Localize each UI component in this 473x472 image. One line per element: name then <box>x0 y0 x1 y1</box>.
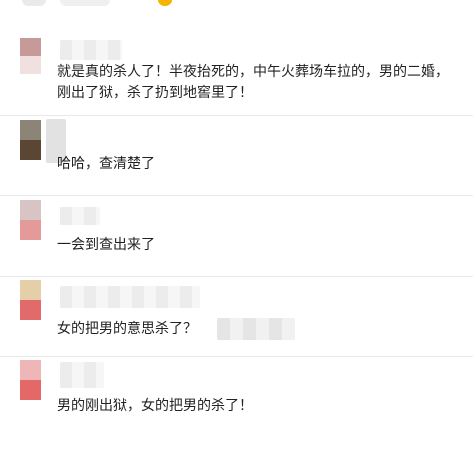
avatar[interactable] <box>20 280 41 320</box>
avatar-top-block <box>20 280 41 300</box>
comment-text: 男的刚出狱，女的把男的杀了！ <box>57 396 253 417</box>
avatar-bottom-block <box>20 56 41 74</box>
blurred-fragment <box>60 0 110 6</box>
comment-line: 刚出了狱，杀了扔到地窖里了！ <box>57 85 253 101</box>
avatar-bottom-block <box>20 380 41 400</box>
comment-text: 一会到查出来了 <box>57 235 155 256</box>
comment-item: 就是真的杀人了！半夜抬死的，中午火葬场车拉的，男的二婚， 刚出了狱，杀了扔到地窖… <box>0 16 473 116</box>
emoji-icon <box>158 0 172 6</box>
blurred-fragment <box>22 0 46 6</box>
comment-item: 男的刚出狱，女的把男的杀了！ <box>0 356 473 436</box>
comment-line: 男的刚出狱，女的把男的杀了！ <box>57 398 253 414</box>
previous-comment-edge <box>0 0 473 14</box>
comment-item: 哈哈，查清楚了 <box>0 115 473 196</box>
avatar[interactable] <box>20 200 41 240</box>
comment-line: 哈哈，查清楚了 <box>57 156 155 172</box>
comment-line: 一会到查出来了 <box>57 237 155 253</box>
comment-text: 女的把男的意思杀了？ <box>57 318 295 340</box>
avatar-top-block <box>20 120 41 140</box>
username-redacted[interactable] <box>60 40 122 60</box>
comment-text: 哈哈，查清楚了 <box>57 154 155 175</box>
avatar-top-block <box>20 360 41 380</box>
username-redacted[interactable] <box>60 207 100 225</box>
comment-line: 女的把男的意思杀了？ <box>57 321 197 337</box>
username-redacted[interactable] <box>60 286 200 308</box>
comment-item: 女的把男的意思杀了？ <box>0 276 473 357</box>
comment-text: 就是真的杀人了！半夜抬死的，中午火葬场车拉的，男的二婚， 刚出了狱，杀了扔到地窖… <box>57 62 449 104</box>
avatar-bottom-block <box>20 220 41 240</box>
comment-item: 一会到查出来了 <box>0 195 473 277</box>
avatar-top-block <box>20 38 41 56</box>
comment-line: 就是真的杀人了！半夜抬死的，中午火葬场车拉的，男的二婚， <box>57 64 449 80</box>
avatar-bottom-block <box>20 140 41 160</box>
username-redacted[interactable] <box>60 362 104 388</box>
avatar[interactable] <box>20 360 41 400</box>
avatar[interactable] <box>20 38 41 74</box>
redacted-emoji <box>217 318 295 340</box>
avatar[interactable] <box>20 120 41 160</box>
avatar-top-block <box>20 200 41 220</box>
avatar-bottom-block <box>20 300 41 320</box>
